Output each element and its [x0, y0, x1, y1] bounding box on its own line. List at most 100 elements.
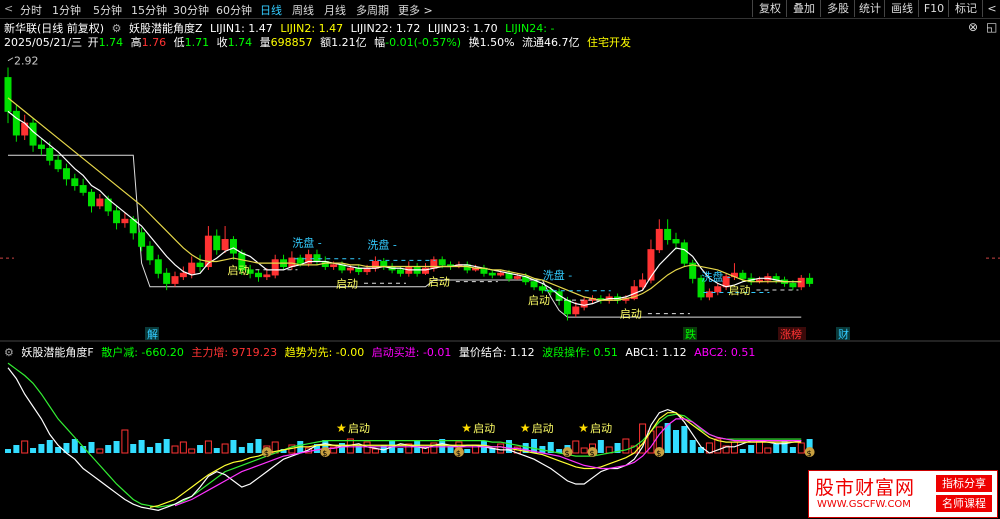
candle-body — [88, 191, 95, 207]
watermark-badge-course: 名师课程 — [936, 495, 992, 512]
candle-body — [271, 259, 279, 276]
sub-volume-bar — [204, 440, 212, 454]
xipan-label: 洗盘 - — [292, 236, 321, 250]
sub-volume-bar — [38, 444, 45, 453]
multi-stock-button[interactable]: 多股 — [820, 0, 855, 17]
candle-body — [171, 276, 179, 284]
sub-star-icon: ★ — [578, 421, 589, 435]
candle-body — [54, 159, 62, 170]
sub-star-icon: ★ — [520, 421, 531, 435]
candle-body — [672, 239, 680, 244]
tab-weekly[interactable]: 周线 — [292, 2, 314, 18]
candle-body — [138, 232, 146, 247]
sub-volume-bar — [138, 440, 145, 453]
sub-volume-bar — [105, 445, 112, 453]
candle-body — [4, 77, 12, 112]
tab-fenshi[interactable]: 分时 — [20, 2, 42, 18]
candle-body — [789, 282, 797, 288]
sub-volume-bar — [748, 445, 755, 453]
sub-volume-bar — [255, 439, 262, 453]
sub-volume-bar — [789, 447, 796, 453]
money-bag-symbol: $ — [264, 449, 269, 458]
candle-body — [330, 264, 338, 268]
statistics-button[interactable]: 统计 — [854, 0, 885, 17]
candle-body — [664, 228, 672, 241]
candle-body — [96, 198, 104, 207]
candle-body — [806, 277, 814, 284]
candle-body — [46, 147, 54, 161]
sub-volume-bar — [179, 441, 187, 454]
cai-marker: 财 — [838, 327, 849, 341]
tab-15min[interactable]: 15分钟 — [131, 2, 167, 18]
sub-volume-bar — [171, 445, 179, 454]
collapse-panel-button[interactable]: < — [982, 0, 1000, 17]
ma10-line — [7, 97, 802, 301]
sub-qidong-label: 启动 — [348, 422, 370, 435]
candle-body — [563, 299, 571, 315]
tab-30min[interactable]: 30分钟 — [173, 2, 209, 18]
candle-body — [580, 299, 588, 308]
candle-body — [121, 218, 129, 224]
support-line — [8, 154, 802, 318]
tab-60min[interactable]: 60分钟 — [216, 2, 252, 18]
candle-body — [213, 235, 221, 251]
sub-volume-bar — [464, 449, 471, 453]
sub-volume-bar — [739, 449, 746, 453]
max-price-label: 2.92 — [14, 55, 39, 68]
chart-area[interactable]: 2.92洗盘 - 洗盘 -洗盘 - 洗盘 -启动启动 启动启动启动启动解跌涨榜 财★ 启动… — [0, 18, 1000, 519]
candle-body — [655, 228, 663, 251]
money-bag-symbol: $ — [456, 449, 461, 458]
candle-body — [37, 144, 45, 149]
candle-body — [196, 262, 204, 268]
watermark-title: 股市财富网 — [815, 477, 916, 499]
xipan-label: 洗盘 - — [701, 269, 730, 283]
tab-1min[interactable]: 1分钟 — [52, 2, 81, 18]
sub-volume-bar — [371, 448, 379, 454]
candle-body — [154, 259, 162, 274]
sub-qidong-label: 启动 — [532, 422, 554, 435]
die-marker: 跌 — [685, 327, 696, 341]
sub-volume-bar — [163, 439, 170, 453]
tab-more[interactable]: 更多 > — [398, 2, 433, 18]
qidong-label: 启动 — [428, 276, 450, 289]
candle-body — [188, 262, 196, 274]
sub-volume-bar — [773, 444, 780, 453]
candle-body — [255, 272, 262, 278]
sub-volume-bar — [197, 445, 204, 453]
candle-body — [530, 281, 538, 288]
sub-star-icon: ★ — [461, 421, 472, 435]
candle-body — [497, 272, 505, 276]
candle-body — [797, 277, 805, 288]
candle-body — [346, 267, 354, 271]
sub-volume-bar — [230, 440, 237, 453]
sub-volume-bar — [130, 444, 137, 453]
jie-marker: 解 — [147, 327, 158, 341]
sub-volume-bar — [146, 447, 153, 453]
fuquan-button[interactable]: 复权 — [752, 0, 787, 17]
candle-body — [179, 272, 187, 278]
sub-volume-bar — [580, 447, 588, 454]
overlay-button[interactable]: 叠加 — [786, 0, 821, 17]
sub-volume-bar — [30, 448, 37, 453]
candle-body — [62, 168, 70, 180]
sub-volume-bar — [572, 440, 580, 454]
tab-monthly[interactable]: 月线 — [324, 2, 346, 18]
draw-line-button[interactable]: 画线 — [884, 0, 919, 17]
zhangbang-marker: 涨榜 — [780, 327, 802, 341]
f10-button[interactable]: F10 — [918, 0, 949, 17]
mark-button[interactable]: 标记 — [948, 0, 983, 17]
sub-volume-bar — [689, 440, 696, 453]
sub-volume-bar — [681, 426, 688, 453]
watermark-logo: 股市财富网 WWW.GSCFW.COM 指标分享 名师课程 — [808, 470, 998, 518]
sub-volume-bar — [730, 441, 738, 454]
money-bag-symbol: $ — [656, 449, 661, 458]
xipan-label: 洗盘 - — [543, 268, 572, 282]
tab-multi-period[interactable]: 多周期 — [356, 2, 389, 18]
sub-volume-bar — [113, 441, 120, 453]
candle-body — [396, 269, 404, 274]
scroll-left-icon[interactable]: < — [4, 2, 13, 15]
sub-volume-bar — [213, 448, 220, 453]
candle-body — [380, 260, 388, 268]
tab-5min[interactable]: 5分钟 — [93, 2, 122, 18]
tab-daily[interactable]: 日线 — [260, 2, 282, 18]
